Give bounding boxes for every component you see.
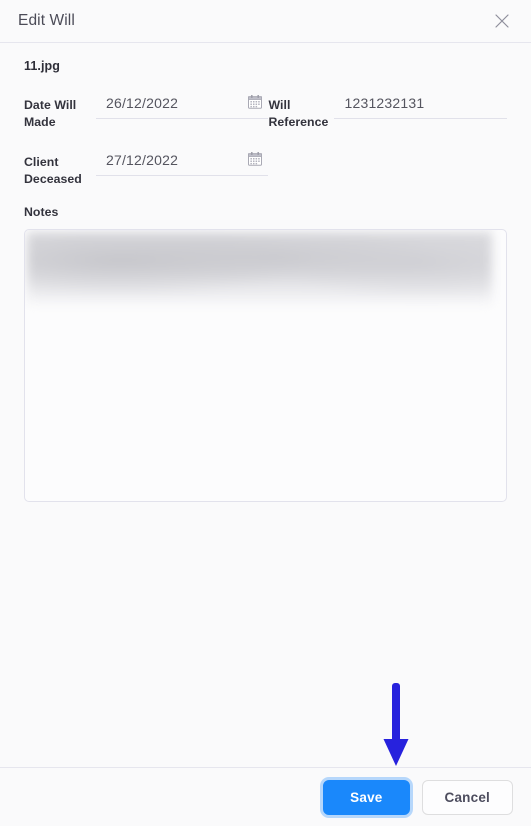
file-name-label: 11.jpg [24, 59, 61, 73]
field-label-date-will-made: Date Will Made [24, 98, 77, 129]
close-icon[interactable] [489, 8, 515, 34]
field-label-will-reference: Will Reference [268, 98, 329, 129]
notes-block: Notes [24, 205, 507, 503]
notes-redacted-content [27, 232, 492, 305]
save-button[interactable]: Save [323, 779, 410, 815]
modal-body: 11.jpg Date Will Made 26/12/2022 Will Re… [0, 43, 531, 767]
calendar-icon-glyph [248, 152, 263, 166]
calendar-icon[interactable] [246, 93, 264, 111]
date-will-made-input[interactable] [96, 91, 269, 119]
calendar-icon-glyph [248, 95, 263, 109]
field-label-client-deceased: Client Deceased [24, 155, 82, 186]
field-client-deceased: Client Deceased [24, 148, 269, 187]
edit-will-modal: Edit Will 11.jpg Date Will Made 26/12/20… [0, 0, 531, 826]
field-will-reference: Will Reference [268, 91, 507, 130]
will-reference-input[interactable] [334, 91, 507, 119]
calendar-icon[interactable] [246, 150, 264, 168]
modal-footer: Save Cancel [0, 767, 531, 826]
form-row: Date Will Made 26/12/2022 Will Reference… [24, 91, 507, 130]
field-date-will-made: Date Will Made [24, 91, 269, 130]
field-wrap [96, 148, 269, 177]
notes-label: Notes [24, 205, 59, 220]
form-grid: Date Will Made 26/12/2022 Will Reference… [24, 91, 507, 187]
client-deceased-input[interactable] [96, 148, 269, 177]
form-row: Client Deceased [24, 148, 507, 187]
notes-textarea[interactable] [24, 229, 507, 503]
field-wrap [334, 91, 507, 119]
modal-header: Edit Will [0, 0, 531, 43]
field-wrap [96, 91, 269, 119]
cancel-button[interactable]: Cancel [421, 779, 513, 815]
page-title: Edit Will [18, 12, 75, 29]
close-icon-glyph [495, 14, 509, 28]
